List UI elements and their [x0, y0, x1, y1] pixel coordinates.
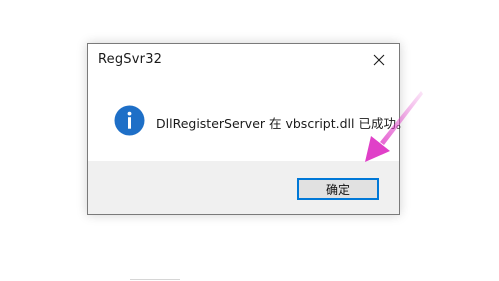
dialog-titlebar: RegSvr32: [88, 44, 399, 76]
dialog-message: DllRegisterServer 在 vbscript.dll 已成功。: [156, 116, 409, 131]
dialog-title: RegSvr32: [98, 52, 163, 67]
info-icon: [114, 105, 145, 136]
page-edge-line: [130, 279, 180, 280]
close-button[interactable]: [365, 48, 393, 72]
dialog-body: DllRegisterServer 在 vbscript.dll 已成功。: [88, 76, 408, 161]
dialog-footer: 确定: [88, 161, 399, 214]
close-icon: [373, 54, 385, 66]
ok-button[interactable]: 确定: [297, 178, 379, 200]
regsvr32-dialog: RegSvr32 DllRegisterServer 在 vbscript.dl…: [87, 43, 408, 215]
screen: RegSvr32 DllRegisterServer 在 vbscript.dl…: [0, 0, 499, 281]
